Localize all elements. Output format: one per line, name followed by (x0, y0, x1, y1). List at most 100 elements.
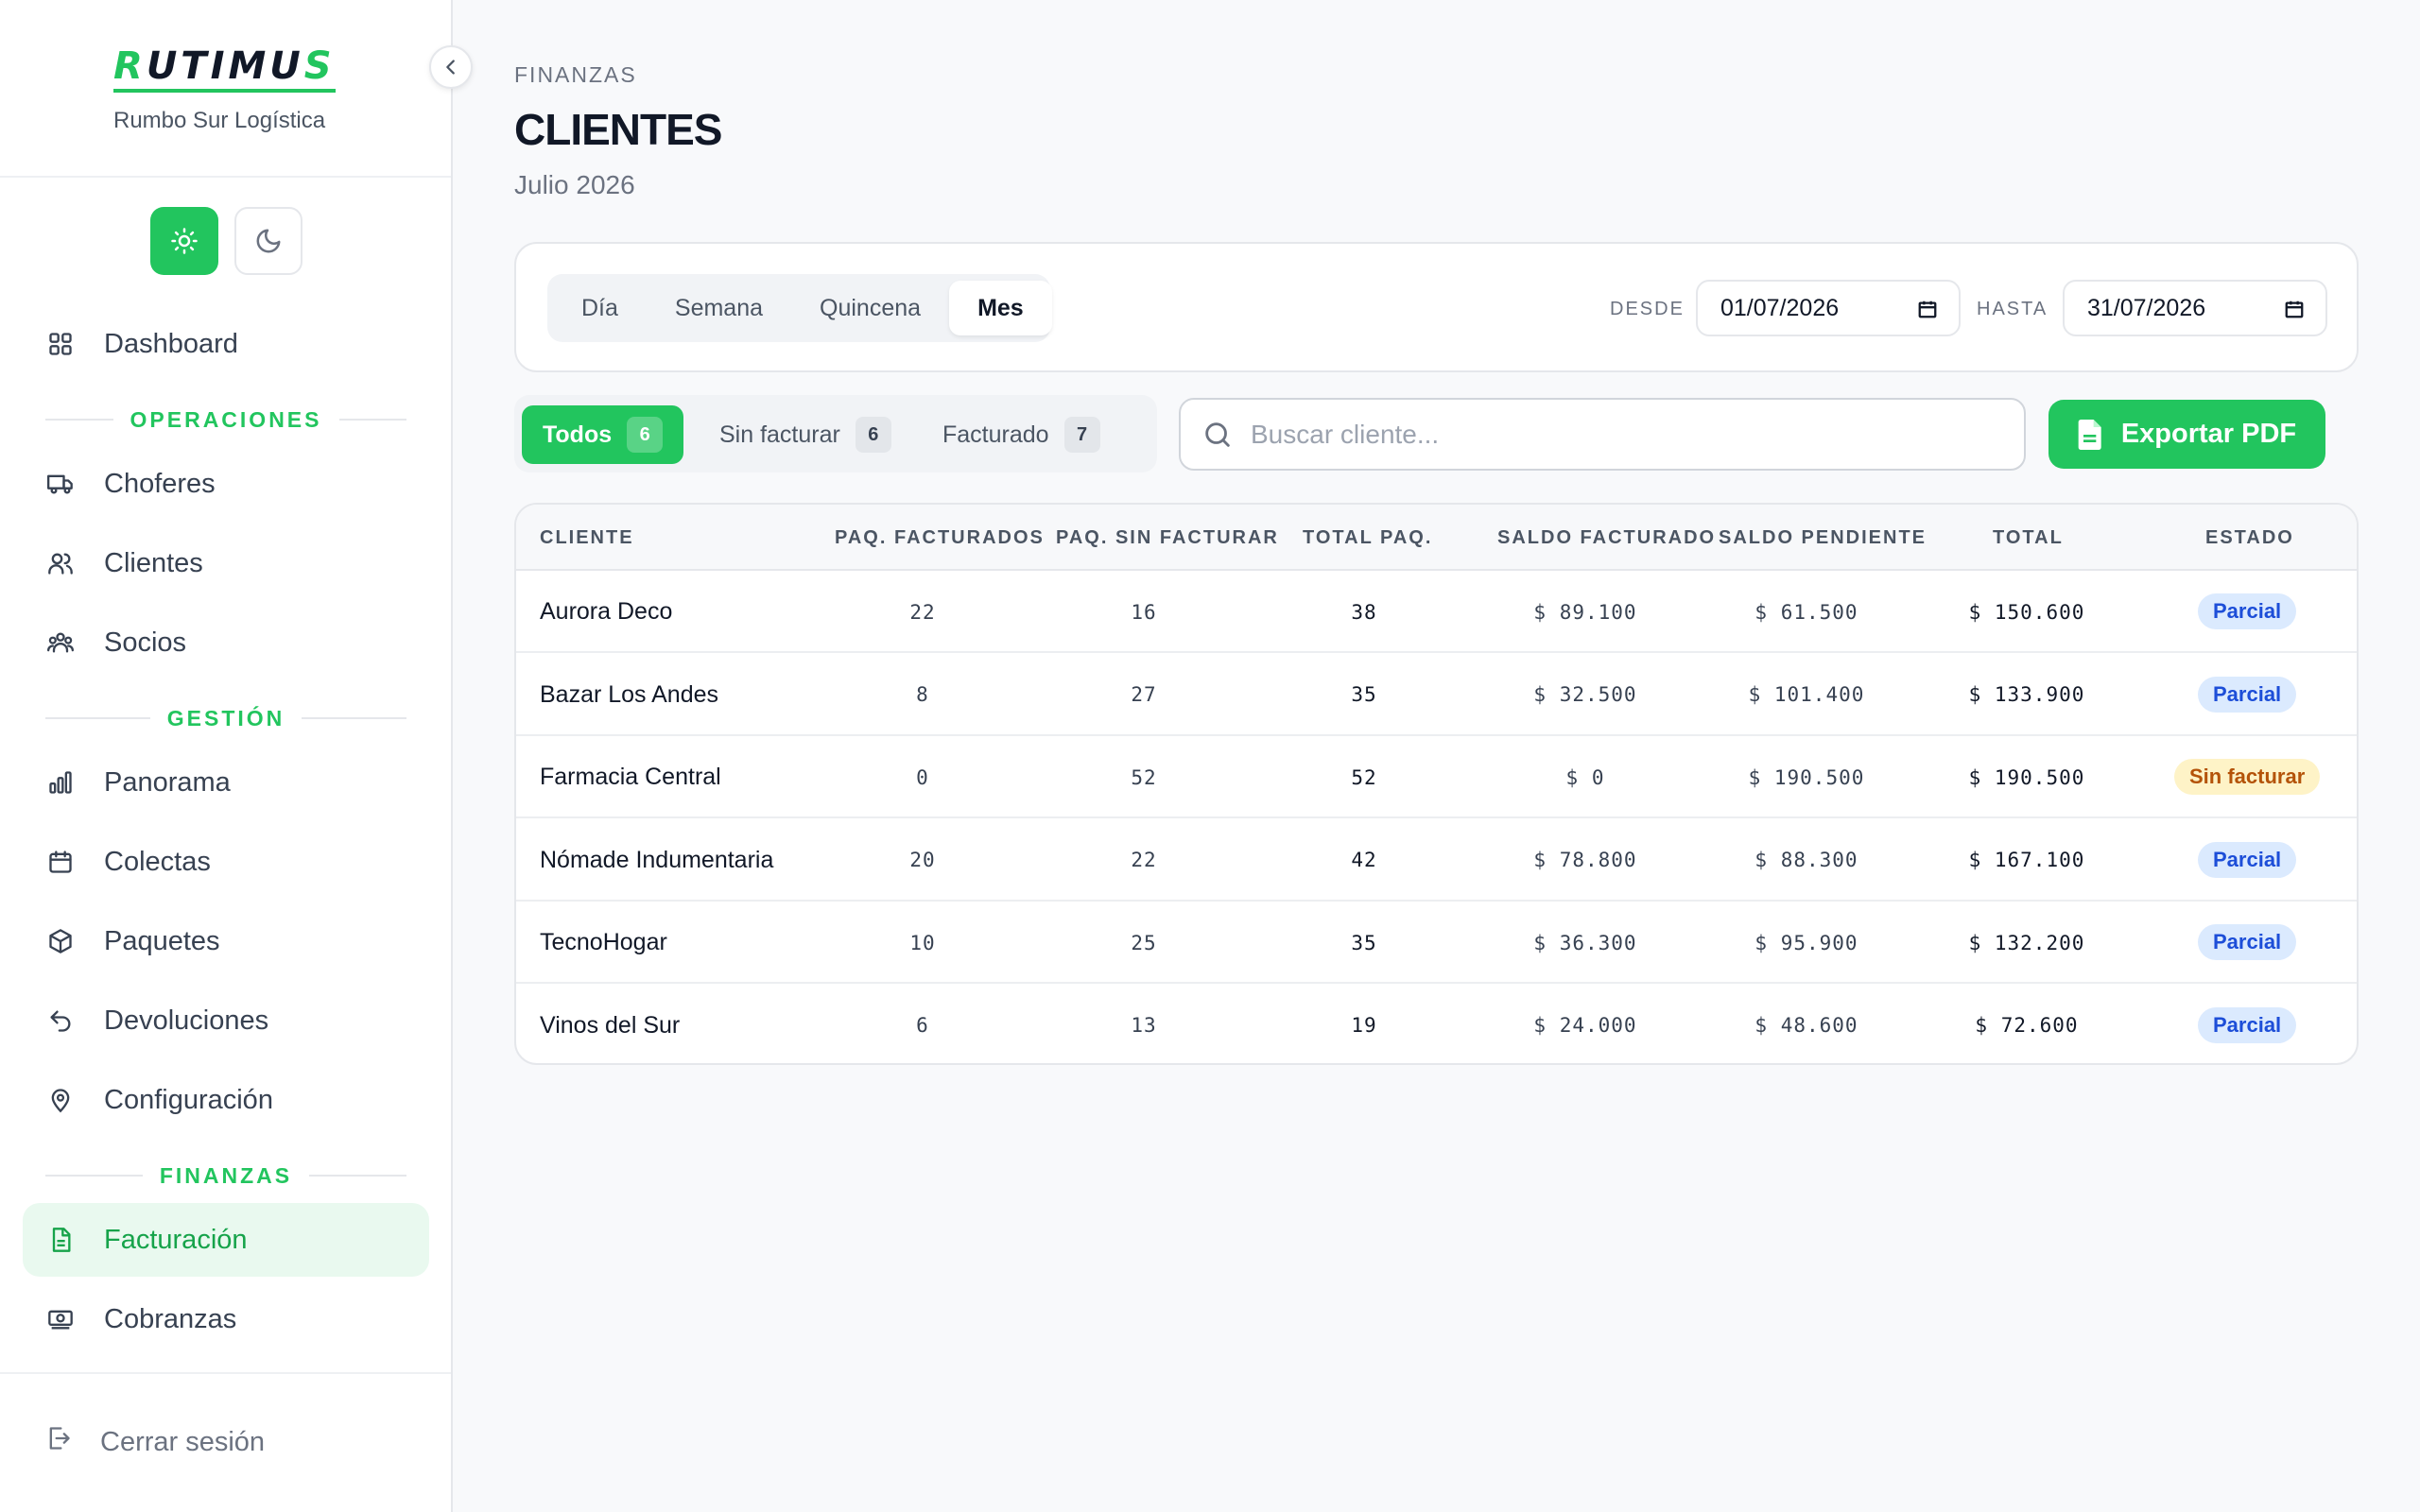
cell-saldo-pendiente: $ 61.500 (1754, 600, 1858, 624)
company-name: Rumbo Sur Logística (113, 108, 326, 133)
section-operaciones: OPERACIONES (45, 405, 407, 434)
cell-cliente: Aurora Deco (540, 598, 673, 625)
table-row[interactable]: Farmacia Central 0 52 52 $ 0 $ 190.500 $ 190.5… (516, 736, 2357, 818)
light-theme-button[interactable] (150, 207, 218, 275)
cell-facturados: 20 (909, 849, 936, 871)
breadcrumb: FINANZAS (514, 62, 637, 87)
period-selector: Día Semana Quincena Mes (547, 274, 1052, 342)
status-badge: Sin facturar (2174, 759, 2321, 795)
dark-theme-button[interactable] (234, 207, 302, 275)
tab-facturado[interactable]: Facturado 7 (922, 405, 1121, 464)
sidebar-item-dashboard[interactable]: Dashboard (23, 307, 429, 381)
desde-date-input[interactable]: 01/07/2026 (1696, 280, 1961, 336)
period-mes-button[interactable]: Mes (949, 281, 1052, 335)
cell-total: $ 72.600 (1975, 1014, 2079, 1037)
sidebar-item-configuracion[interactable]: Configuración (23, 1063, 429, 1137)
period-semana-button[interactable]: Semana (647, 281, 791, 335)
sidebar-item-label: Dashboard (104, 328, 238, 359)
cell-total: $ 132.200 (1968, 931, 2085, 954)
sidebar-item-colectas[interactable]: Colectas (23, 825, 429, 899)
sidebar-item-devoluciones[interactable]: Devoluciones (23, 984, 429, 1057)
cell-saldo-facturado: $ 24.000 (1533, 1014, 1637, 1037)
sidebar: RUTIMUS Rumbo Sur Logística Dashboard OP… (0, 0, 453, 1512)
header-total[interactable]: TOTAL (1993, 527, 2064, 549)
status-badge: Parcial (2198, 1006, 2297, 1043)
sidebar-item-label: Cobranzas (104, 1303, 237, 1334)
search-placeholder: Buscar cliente... (1251, 419, 1440, 449)
status-badge: Parcial (2198, 924, 2297, 960)
cell-sin-facturar: 16 (1131, 600, 1157, 624)
tab-sin-facturar[interactable]: Sin facturar 6 (699, 405, 912, 464)
table-row[interactable]: Vinos del Sur 6 13 19 $ 24.000 $ 48.600 $ 72.6… (516, 985, 2357, 1064)
clients-table: CLIENTE PAQ. FACTURADOS PAQ. SIN FACTURA… (514, 503, 2359, 1065)
cell-sin-facturar: 25 (1131, 931, 1157, 954)
sidebar-item-clientes[interactable]: Clientes (23, 526, 429, 600)
cell-sin-facturar: 13 (1131, 1014, 1157, 1037)
header-saldo-pendiente[interactable]: SALDO PENDIENTE (1719, 527, 1927, 549)
cell-saldo-facturado: $ 36.300 (1533, 931, 1637, 954)
header-estado[interactable]: ESTADO (2205, 527, 2294, 549)
cell-facturados: 8 (916, 683, 929, 706)
cell-facturados: 0 (916, 765, 929, 789)
table-row[interactable]: TecnoHogar 10 25 35 $ 36.300 $ 95.900 $ 132.20… (516, 902, 2357, 984)
sidebar-item-cobranzas[interactable]: Cobranzas (23, 1282, 429, 1356)
bar-chart-icon (49, 771, 72, 794)
export-pdf-button[interactable]: Exportar PDF (2048, 400, 2325, 469)
table-row[interactable]: Nómade Indumentaria 20 22 42 $ 78.800 $ 88.30… (516, 819, 2357, 902)
cell-cliente: Farmacia Central (540, 764, 721, 790)
sun-icon (171, 228, 198, 254)
cell-saldo-pendiente: $ 190.500 (1748, 765, 1865, 789)
group-icon (47, 632, 74, 653)
header-paq-sin-facturar[interactable]: PAQ. SIN FACTURAR (1056, 527, 1279, 549)
table-row[interactable]: Bazar Los Andes 8 27 35 $ 32.500 $ 101.400 $ 1… (516, 654, 2357, 736)
cell-total: $ 167.100 (1968, 849, 2085, 871)
sidebar-item-label: Panorama (104, 766, 231, 798)
sidebar-item-choferes[interactable]: Choferes (23, 447, 429, 521)
period-quincena-button[interactable]: Quincena (791, 281, 949, 335)
sidebar-item-label: Paquetes (104, 925, 220, 956)
table-row[interactable]: Aurora Deco 22 16 38 $ 89.100 $ 61.500 $ 150.6… (516, 571, 2357, 653)
logout-button[interactable]: Cerrar sesión (45, 1425, 265, 1459)
search-input[interactable]: Buscar cliente... (1179, 398, 2026, 471)
grid-icon (49, 333, 72, 355)
header-total-paq[interactable]: TOTAL PAQ. (1303, 527, 1432, 549)
sidebar-item-panorama[interactable]: Panorama (23, 746, 429, 819)
cell-total-paq: 42 (1351, 849, 1377, 871)
cell-facturados: 10 (909, 931, 936, 954)
sidebar-item-label: Devoluciones (104, 1005, 269, 1036)
cell-total-paq: 52 (1351, 765, 1377, 789)
section-gestion: GESTIÓN (45, 704, 407, 732)
sidebar-item-paquetes[interactable]: Paquetes (23, 904, 429, 978)
cell-saldo-pendiente: $ 48.600 (1754, 1014, 1858, 1037)
header-cliente[interactable]: CLIENTE (540, 527, 634, 549)
invoice-icon (52, 1228, 71, 1252)
section-finanzas: FINANZAS (45, 1161, 406, 1190)
brand-header: RUTIMUS Rumbo Sur Logística (0, 0, 451, 178)
collapse-sidebar-button[interactable] (429, 45, 473, 89)
filter-card: Día Semana Quincena Mes DESDE 01/07/2026… (514, 242, 2359, 372)
return-arrow-icon (50, 1010, 71, 1032)
desde-label: DESDE (1610, 299, 1685, 319)
map-pin-icon (51, 1089, 70, 1113)
calendar-icon[interactable] (1917, 299, 1938, 319)
sidebar-item-label: Configuración (104, 1084, 273, 1115)
cell-total: $ 150.600 (1968, 600, 2085, 624)
file-icon (2078, 419, 2101, 450)
header-paq-facturados[interactable]: PAQ. FACTURADOS (835, 527, 1045, 549)
hasta-date-input[interactable]: 31/07/2026 (2063, 280, 2327, 336)
status-badge: Parcial (2198, 593, 2297, 629)
page-title: CLIENTES (514, 105, 722, 154)
period-dia-button[interactable]: Día (553, 281, 647, 335)
calendar-icon[interactable] (2284, 299, 2305, 319)
sidebar-item-socios[interactable]: Socios (23, 606, 429, 679)
header-saldo-facturado[interactable]: SALDO FACTURADO (1497, 527, 1716, 549)
truck-icon (47, 474, 73, 494)
users-icon (48, 553, 73, 575)
cell-cliente: Nómade Indumentaria (540, 846, 774, 873)
status-badge: Parcial (2198, 841, 2297, 878)
sidebar-item-facturacion[interactable]: Facturación (23, 1203, 429, 1277)
cell-saldo-facturado: $ 0 (1565, 765, 1605, 789)
tab-todos[interactable]: Todos 6 (522, 405, 684, 464)
logo[interactable]: RUTIMUS (113, 43, 336, 93)
count-badge: 7 (1063, 417, 1100, 453)
